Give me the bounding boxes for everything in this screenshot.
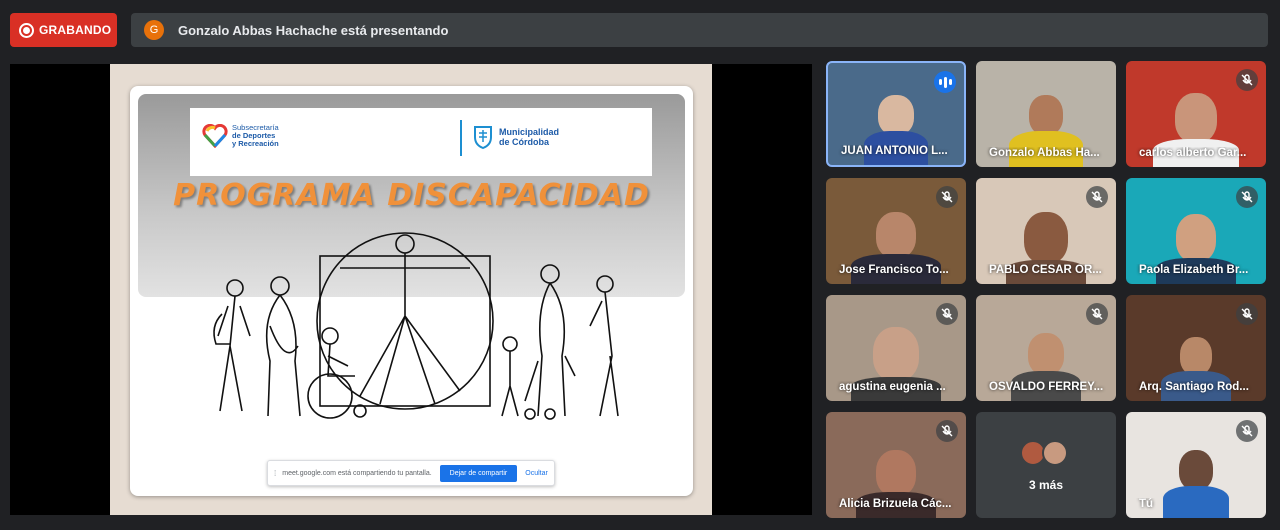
participant-tile[interactable]: OSVALDO FERREY...	[976, 295, 1116, 401]
participant-tile[interactable]: Tú	[1126, 412, 1266, 518]
logo-right-line2: de Córdoba	[499, 137, 550, 147]
participant-tile[interactable]: Alicia Brizuela Các...	[826, 412, 966, 518]
mic-off-icon	[1236, 69, 1258, 91]
recording-label: GRABANDO	[39, 23, 112, 37]
mic-off-icon	[936, 186, 958, 208]
more-participants-avatars	[1020, 440, 1068, 466]
participant-name: PABLO CESAR OR...	[989, 264, 1102, 276]
slide-title: PROGRAMA DISCAPACIDAD	[173, 178, 650, 213]
participant-name: JUAN ANTONIO L...	[841, 145, 948, 157]
share-message: meet.google.com está compartiendo tu pan…	[282, 469, 432, 477]
presentation-stage: Subsecretaría de Deportes y Recreación M…	[10, 64, 812, 515]
participant-name: Tú	[1139, 498, 1154, 510]
participant-name: OSVALDO FERREY...	[989, 381, 1104, 393]
subsecretaria-logo: Subsecretaría de Deportes y Recreación	[202, 124, 279, 148]
participant-name: Alicia Brizuela Các...	[839, 498, 952, 510]
stop-sharing-button[interactable]: Dejar de compartir	[439, 464, 518, 482]
presenter-banner: G Gonzalo Abbas Hachache está presentand…	[131, 13, 1268, 47]
participant-tile[interactable]: Paola Elizabeth Br...	[1126, 178, 1266, 284]
participant-tile[interactable]: Gonzalo Abbas Ha...	[976, 61, 1116, 167]
heart-logo-icon	[202, 124, 228, 148]
logo-divider	[460, 120, 462, 156]
record-icon	[19, 22, 34, 38]
disability-illustration	[213, 232, 619, 420]
participant-name: Arq. Santiago Rod...	[1139, 381, 1249, 393]
logo-left-line3: y Recreación	[232, 139, 279, 148]
municipalidad-logo: Municipalidad de Córdoba	[472, 124, 559, 150]
participant-tile[interactable]: PABLO CESAR OR...	[976, 178, 1116, 284]
participant-name: Paola Elizabeth Br...	[1139, 264, 1249, 276]
more-participants-tile[interactable]: 3 más	[976, 412, 1116, 518]
more-participants-label: 3 más	[1028, 478, 1064, 492]
participant-tile[interactable]: carlos alberto Gar...	[1126, 61, 1266, 167]
participant-tile[interactable]: Jose Francisco To...	[826, 178, 966, 284]
hide-button[interactable]: Ocultar	[525, 470, 548, 477]
participant-name: Jose Francisco To...	[839, 264, 949, 276]
participant-tile[interactable]: agustina eugenia ...	[826, 295, 966, 401]
mic-off-icon	[1086, 303, 1108, 325]
mic-off-icon	[936, 420, 958, 442]
mic-off-icon	[1236, 420, 1258, 442]
screen-share-notice: ⁞ meet.google.com está compartiendo tu p…	[267, 460, 555, 486]
logo-right-line1: Municipalidad	[499, 127, 560, 137]
participant-tile[interactable]: Arq. Santiago Rod...	[1126, 295, 1266, 401]
presenter-avatar: G	[144, 20, 164, 40]
participant-name: Gonzalo Abbas Ha...	[989, 147, 1100, 159]
speaking-indicator-icon	[934, 71, 956, 93]
recording-badge[interactable]: GRABANDO	[10, 13, 117, 47]
participant-name: agustina eugenia ...	[839, 381, 946, 393]
participant-tile[interactable]: JUAN ANTONIO L...	[826, 61, 966, 167]
mic-off-icon	[936, 303, 958, 325]
mic-off-icon	[1236, 303, 1258, 325]
mic-off-icon	[1086, 186, 1108, 208]
participant-name: carlos alberto Gar...	[1139, 147, 1247, 159]
mic-off-icon	[1236, 186, 1258, 208]
shared-slide: Subsecretaría de Deportes y Recreación M…	[110, 64, 712, 515]
crest-icon	[474, 126, 492, 150]
drag-handle-icon[interactable]: ⁞	[274, 469, 276, 478]
slide-card: Subsecretaría de Deportes y Recreación M…	[130, 86, 693, 496]
presenter-text: Gonzalo Abbas Hachache está presentando	[178, 22, 449, 38]
top-bar: GRABANDO G Gonzalo Abbas Hachache está p…	[0, 0, 1280, 56]
avatar	[1042, 440, 1068, 466]
